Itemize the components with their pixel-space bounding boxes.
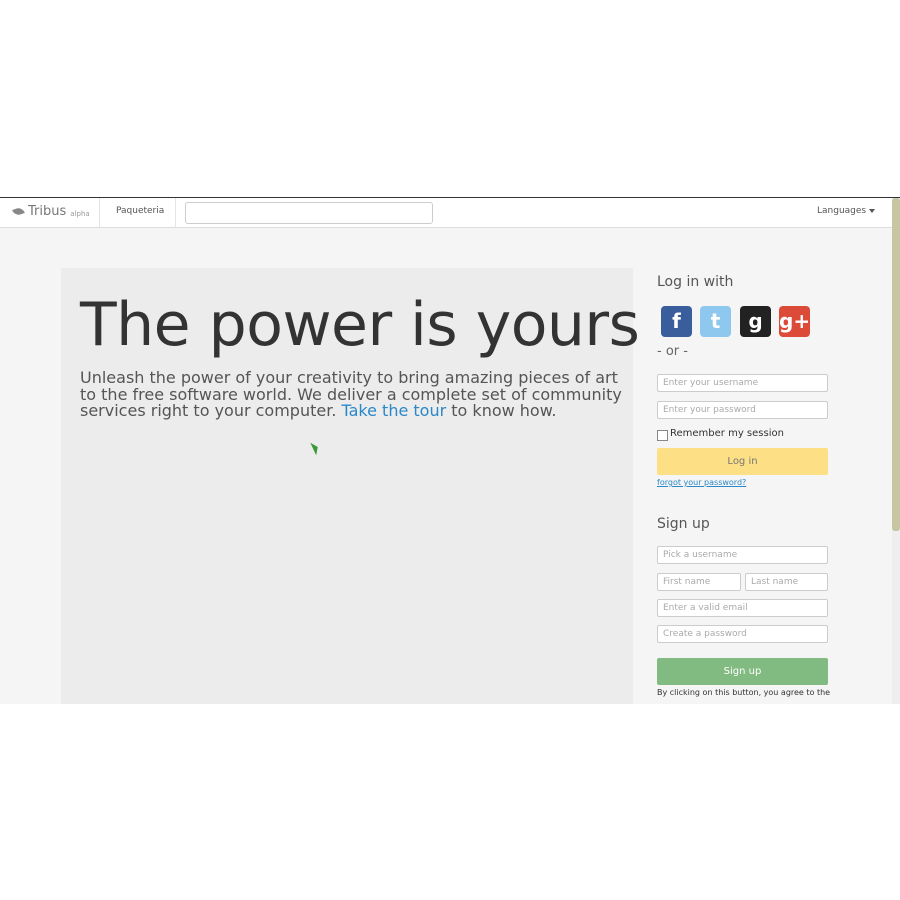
- login-heading: Log in with: [657, 274, 734, 290]
- twitter-login-button[interactable]: t: [700, 306, 731, 337]
- hero-text-end: to know how.: [446, 401, 557, 420]
- remember-session-label: Remember my session: [670, 428, 784, 439]
- terms-text: By clicking on this button, you agree to…: [657, 688, 831, 697]
- signup-username-input[interactable]: [657, 546, 828, 564]
- nav-divider: [175, 198, 176, 227]
- facebook-login-button[interactable]: f: [661, 306, 692, 337]
- first-name-input[interactable]: [657, 573, 741, 591]
- take-the-tour-link[interactable]: Take the tour: [342, 401, 447, 420]
- brand-name: Tribus: [28, 204, 67, 219]
- login-button[interactable]: Log in: [657, 448, 828, 475]
- forgot-password-link[interactable]: forgot your password?: [657, 478, 746, 487]
- scrollbar[interactable]: [892, 198, 900, 704]
- email-input[interactable]: [657, 599, 828, 617]
- facebook-icon: f: [672, 309, 681, 333]
- or-separator: - or -: [657, 344, 688, 359]
- hero-text: Unleash the power of your creativity to …: [80, 369, 625, 420]
- nav-link-paqueteria[interactable]: Paqueteria: [116, 206, 164, 216]
- login-password-input[interactable]: [657, 401, 828, 419]
- languages-label: Languages: [817, 206, 867, 216]
- hero-panel: The power is yours Unleash the power of …: [61, 268, 640, 704]
- remember-session-checkbox[interactable]: [657, 430, 668, 441]
- github-login-button[interactable]: g: [740, 306, 771, 337]
- search-input[interactable]: [185, 202, 433, 224]
- login-username-input[interactable]: [657, 374, 828, 392]
- caret-down-icon: [869, 208, 876, 213]
- languages-dropdown[interactable]: Languages: [817, 206, 876, 216]
- nav-divider: [99, 198, 100, 227]
- leaf-icon: [12, 206, 25, 217]
- signup-button[interactable]: Sign up: [657, 658, 828, 685]
- signup-password-input[interactable]: [657, 625, 828, 643]
- brand-logo[interactable]: Tribus alpha: [12, 204, 90, 219]
- google-plus-icon: g+: [779, 309, 811, 333]
- google-plus-login-button[interactable]: g+: [779, 306, 810, 337]
- navbar: Tribus alpha Paqueteria Languages: [0, 198, 892, 228]
- hero-title: The power is yours: [80, 290, 640, 360]
- signup-heading: Sign up: [657, 516, 710, 532]
- browser-viewport: Tribus alpha Paqueteria Languages The po…: [0, 197, 900, 704]
- last-name-input[interactable]: [745, 573, 828, 591]
- scrollbar-thumb[interactable]: [892, 198, 900, 531]
- github-icon: g: [748, 309, 763, 333]
- brand-tag: alpha: [70, 210, 90, 218]
- twitter-icon: t: [710, 309, 721, 333]
